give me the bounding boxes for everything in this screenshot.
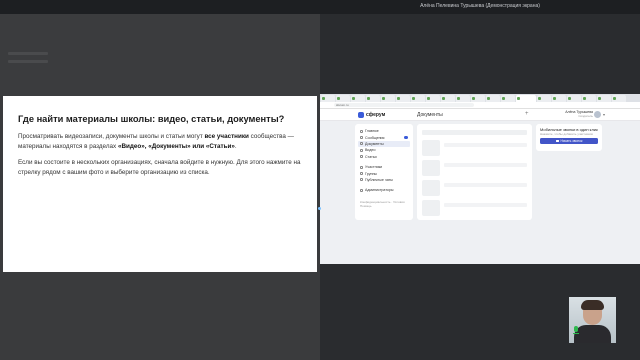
browser-tab[interactable] (381, 95, 395, 102)
documents-content (417, 124, 532, 220)
sidebar-footer: Конфиденциальность · Условия Помощь (358, 200, 410, 209)
sferum-logo-icon (358, 112, 364, 118)
content-toolbar-placeholder (422, 130, 527, 135)
meeting-topbar: Алёна Пелевина Турышева (Демонстрация эк… (0, 0, 640, 14)
browser-tab[interactable] (366, 95, 380, 102)
browser-tab[interactable] (411, 95, 425, 102)
home-icon (360, 129, 363, 133)
sidebar-item-video[interactable]: Видео (358, 147, 410, 153)
browser-tabstrip (320, 94, 640, 102)
dim-lines (8, 52, 48, 70)
document-icon (360, 142, 363, 146)
browser-tab[interactable] (597, 95, 611, 102)
browser-tab[interactable] (567, 95, 581, 102)
browser-tab[interactable] (456, 95, 470, 102)
sidebar-item-groups[interactable]: Группы (358, 170, 410, 176)
video-icon (360, 148, 363, 152)
users-icon (360, 165, 363, 169)
sferum-header: сферум Документы + Алёна Турышева Создате… (320, 109, 640, 121)
browser-tab[interactable] (441, 95, 455, 102)
browser-tab[interactable] (396, 95, 410, 102)
app-name: сферум (366, 112, 386, 118)
sferum-logo[interactable]: сферум (358, 112, 385, 118)
help-link[interactable]: Помощь (360, 204, 410, 209)
shared-browser-window: sferum.ru сферум Документы + Алёна Турыш… (320, 94, 640, 264)
cursor-indicator (318, 207, 321, 210)
browser-tab[interactable] (321, 95, 335, 102)
start-call-button[interactable]: Начать звонок (540, 138, 598, 144)
browser-tab[interactable] (537, 95, 551, 102)
user-profile[interactable]: Алёна Турышева Создатель (553, 110, 593, 118)
camera-icon (555, 139, 559, 143)
page-title: Документы (417, 112, 443, 118)
browser-tab[interactable] (351, 95, 365, 102)
article-icon (360, 155, 363, 159)
browser-address-bar: sferum.ru (320, 102, 640, 109)
browser-tab[interactable] (336, 95, 350, 102)
list-item (422, 140, 527, 156)
sidebar-item-public-chats[interactable]: Публичные чаты (358, 177, 410, 183)
browser-tab[interactable] (426, 95, 440, 102)
sidebar-item-admins[interactable]: Администраторы (358, 187, 410, 193)
avatar[interactable] (594, 111, 601, 118)
chat-icon (360, 178, 363, 182)
slide-paragraph-1: Просматривать видеозаписи, документы шко… (18, 133, 294, 150)
list-item (422, 200, 527, 216)
browser-tab[interactable] (486, 95, 500, 102)
call-widget: Мобильные звонки в один клик Нажмите, чт… (536, 124, 602, 151)
meeting-title: Алёна Пелевина Турышева (Демонстрация эк… (420, 3, 540, 9)
shield-icon (360, 188, 363, 192)
presentation-slide: Где найти материалы школы: видео, статьи… (3, 96, 317, 272)
webcam-tile[interactable] (569, 297, 616, 343)
screen: Алёна Пелевина Турышева (Демонстрация эк… (0, 0, 640, 360)
browser-tab[interactable] (501, 95, 515, 102)
add-button[interactable]: + (525, 111, 529, 117)
sidebar-item-messages[interactable]: Сообщения (358, 134, 410, 140)
browser-empty-area (320, 220, 640, 264)
browser-tab[interactable] (612, 95, 626, 102)
browser-tab-active[interactable] (516, 95, 536, 102)
slide-paragraph-2: Если вы состоите в нескольких организаци… (18, 159, 301, 176)
groups-icon (360, 172, 363, 176)
unread-badge (404, 135, 408, 140)
sidebar-item-articles[interactable]: Статьи (358, 154, 410, 160)
widget-subtitle: Нажмите, чтобы добавить участников (540, 132, 593, 136)
sidebar: Главное Сообщения Документы Видео Статьи… (355, 124, 413, 220)
list-item (422, 160, 527, 176)
message-icon (360, 136, 363, 140)
browser-tab[interactable] (582, 95, 596, 102)
list-item (422, 180, 527, 196)
presentation-header-dim (0, 14, 320, 96)
microphone-icon (573, 326, 579, 335)
url-field[interactable]: sferum.ru (334, 103, 474, 107)
browser-tab[interactable] (471, 95, 485, 102)
chevron-down-icon[interactable]: ▾ (603, 112, 605, 117)
slide-heading: Где найти материалы школы: видео, статьи… (18, 114, 285, 124)
browser-tab[interactable] (552, 95, 566, 102)
